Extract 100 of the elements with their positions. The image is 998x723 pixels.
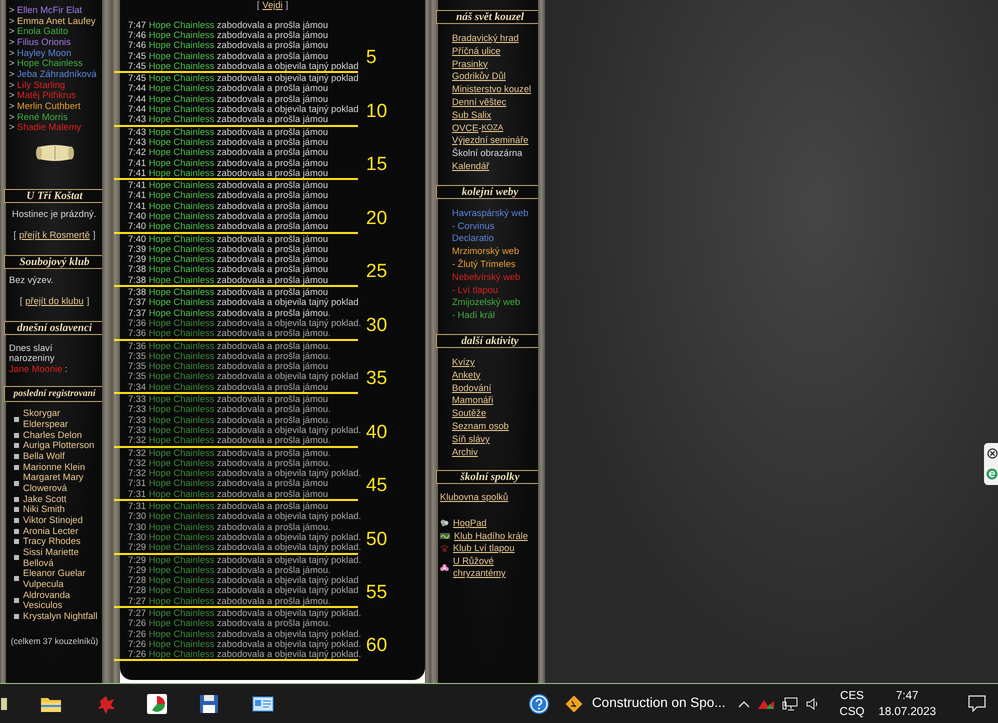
online-user-link[interactable]: > Filius Orionis bbox=[9, 36, 100, 48]
member-name[interactable]: Niki Smith bbox=[23, 504, 65, 516]
online-user-link[interactable]: > Hope Chainless bbox=[9, 58, 100, 69]
house-web-link[interactable]: - Hadí král bbox=[452, 309, 495, 322]
bullet-icon bbox=[14, 454, 19, 459]
house-web-link[interactable]: Havraspárský web bbox=[452, 206, 528, 220]
member-name[interactable]: Jake Scott bbox=[23, 494, 66, 504]
online-user-link[interactable]: > Emma Anet Laufey bbox=[9, 16, 100, 26]
nav-link[interactable]: Kvízy bbox=[452, 356, 475, 369]
nav-link[interactable]: Godrikův Důl bbox=[452, 70, 506, 84]
nav-link[interactable]: Seznam osob bbox=[452, 420, 509, 433]
nav-link[interactable]: Ministerstvo kouzel bbox=[452, 83, 532, 96]
club-link[interactable]: U Růžové chryzantémy bbox=[453, 554, 538, 580]
nav-link[interactable]: Mamonáři bbox=[452, 394, 494, 408]
nav-link[interactable]: Sub Salix bbox=[452, 108, 492, 122]
log-entry: 7:41 Hope Chainless zabodovala a prošla jámou bbox=[128, 180, 328, 190]
log-entry: 7:33 Hope Chainless zabodovala a prošla jámou bbox=[128, 394, 328, 404]
log-entry: 7:43 Hope Chainless zabodovala a prošla jámou bbox=[128, 126, 328, 137]
log-entry: 7:43 Hope Chainless zabodovala a prošla jámou bbox=[128, 114, 328, 125]
member-name[interactable]: Aronia Lecter bbox=[23, 526, 78, 536]
nav-link[interactable]: OVCE bbox=[452, 122, 478, 134]
bullet-icon bbox=[14, 480, 19, 486]
house-web-link[interactable]: - Lví tlapou bbox=[452, 284, 498, 296]
bullet-icon bbox=[14, 443, 19, 448]
club-link[interactable]: HogPad bbox=[453, 517, 487, 530]
club-link[interactable]: Klub Hadího krále bbox=[454, 530, 528, 542]
online-user-link[interactable]: > Shadie Malemy bbox=[9, 122, 100, 133]
member-name[interactable]: Aldrovanda Vesiculos bbox=[23, 590, 100, 611]
clock[interactable]: 7:47 18.07.2023 bbox=[878, 688, 936, 720]
notification-icon[interactable] bbox=[968, 695, 986, 712]
bullet-icon bbox=[14, 507, 19, 512]
help-icon[interactable] bbox=[528, 692, 550, 714]
nav-link[interactable]: Ankety bbox=[452, 368, 480, 382]
member-name[interactable]: Auriga Plotterson bbox=[23, 440, 94, 452]
taskbar-app-button[interactable]: Construction on Spo... bbox=[564, 684, 734, 723]
online-user-link[interactable]: > Jeba Záhradníková bbox=[9, 68, 100, 80]
enter-link[interactable]: Vejdi bbox=[262, 0, 283, 11]
annotation-number: 45 bbox=[366, 476, 388, 496]
member-name[interactable]: Viktor Stinojed bbox=[23, 515, 83, 526]
chevron-up-icon[interactable] bbox=[738, 700, 750, 708]
member-name[interactable]: Skorygar Elderspear bbox=[23, 408, 100, 430]
house-web-link[interactable]: - Žlutý Trimeles bbox=[452, 258, 516, 271]
annotation-number: 15 bbox=[366, 155, 388, 174]
flower-icon bbox=[440, 564, 449, 573]
member-name[interactable]: Bella Wolf bbox=[23, 451, 65, 462]
chart-app-icon[interactable] bbox=[146, 692, 168, 714]
link[interactable]: přejít do klubu bbox=[25, 296, 84, 306]
log-entry: 7:26 Hope Chainless zabodovala a objevila tajný poklad. bbox=[128, 628, 362, 639]
link[interactable]: přejít k Rosmertě bbox=[19, 230, 90, 240]
log-entry: 7:27 Hope Chainless zabodovala a prošla jámou. bbox=[128, 596, 331, 606]
nav-link[interactable]: Archiv bbox=[452, 446, 478, 458]
online-user-link[interactable]: > Merlin Cuthbert bbox=[9, 100, 100, 112]
bullet-icon bbox=[14, 464, 19, 470]
member-name[interactable]: Tracy Rhodes bbox=[23, 536, 81, 547]
online-user-link[interactable]: > Ellen McFir Elat bbox=[9, 5, 100, 16]
online-user-link[interactable]: > Enola Gatito bbox=[9, 26, 100, 37]
side-widget[interactable] bbox=[984, 443, 998, 485]
log-entry: 7:36 Hope Chainless zabodovala a prošla jámou. bbox=[128, 328, 331, 339]
speaker-icon[interactable] bbox=[806, 698, 820, 710]
nav-link[interactable]: Kalendář bbox=[452, 160, 490, 173]
log-entry: 7:46 Hope Chainless zabodovala a prošla jámou bbox=[128, 30, 328, 40]
house-web-link[interactable]: - Corvinus Declaratio bbox=[452, 220, 538, 246]
member-name[interactable]: Eleanor Guelar Vulpecula bbox=[23, 568, 100, 590]
start-icon[interactable] bbox=[1, 696, 9, 712]
house-web-link[interactable]: Mrzimorský web bbox=[452, 245, 520, 258]
online-user-link[interactable]: > René Morris bbox=[9, 112, 100, 122]
member-total: (celkem 37 kouzelníků) bbox=[10, 636, 100, 646]
nav-link[interactable]: Soutěže bbox=[452, 407, 486, 420]
network-icon[interactable] bbox=[782, 696, 798, 710]
log-entry: 7:37 Hope Chainless zabodovala a prošla jámou. bbox=[128, 308, 331, 318]
online-user-link[interactable]: > Hayley Moon bbox=[9, 48, 100, 58]
bracket: ] bbox=[286, 0, 288, 11]
card-app-icon[interactable] bbox=[252, 694, 274, 712]
log-entry: 7:32 Hope Chainless zabodovala a prošla jámou. bbox=[128, 458, 331, 468]
nav-link[interactable]: KOZA bbox=[481, 122, 504, 134]
nav-link[interactable]: Příčná ulice bbox=[452, 44, 501, 58]
house-web-link[interactable]: Zmijozelský web bbox=[452, 296, 520, 310]
member-name[interactable]: Krystalyn Nightfall bbox=[23, 610, 98, 622]
member-name[interactable]: Sissi Mariette Bellová bbox=[23, 547, 100, 568]
member-name[interactable]: Marionne Klein bbox=[23, 462, 86, 472]
language-indicator[interactable]: CES CSQ bbox=[840, 688, 864, 720]
log-entry: 7:31 Hope Chainless zabodovala a prošla jámou bbox=[128, 501, 328, 512]
annotation-number: 25 bbox=[366, 262, 388, 282]
nav-link[interactable]: Bodování bbox=[452, 382, 492, 394]
nav-link[interactable]: Denní věštec bbox=[452, 96, 506, 109]
mountain-icon[interactable] bbox=[758, 698, 774, 710]
member-name[interactable]: Margaret Mary Clowerová bbox=[23, 472, 100, 494]
online-user-link[interactable]: > Matěj Pitřikrus bbox=[9, 90, 100, 101]
house-web-link[interactable]: Nebelvírský web bbox=[452, 270, 520, 284]
nav-link[interactable]: Bradavický hrad bbox=[452, 32, 519, 45]
close-icon[interactable] bbox=[986, 448, 998, 459]
member-name[interactable]: Charles Delon bbox=[23, 430, 82, 440]
nav-link[interactable]: Síň slávy bbox=[452, 432, 490, 446]
birthday-name-link[interactable]: Jane Moonie bbox=[9, 364, 62, 374]
online-user-link[interactable]: > Lily Starling bbox=[9, 80, 100, 90]
nav-link[interactable]: Prasinky bbox=[452, 58, 488, 70]
letter-e-icon[interactable] bbox=[986, 468, 998, 480]
club-link[interactable]: Klub Lví tlapou bbox=[453, 542, 515, 555]
nav-link[interactable]: Klubovna spolků bbox=[440, 491, 508, 504]
nav-link[interactable]: Výjezdní semináře bbox=[452, 134, 528, 148]
